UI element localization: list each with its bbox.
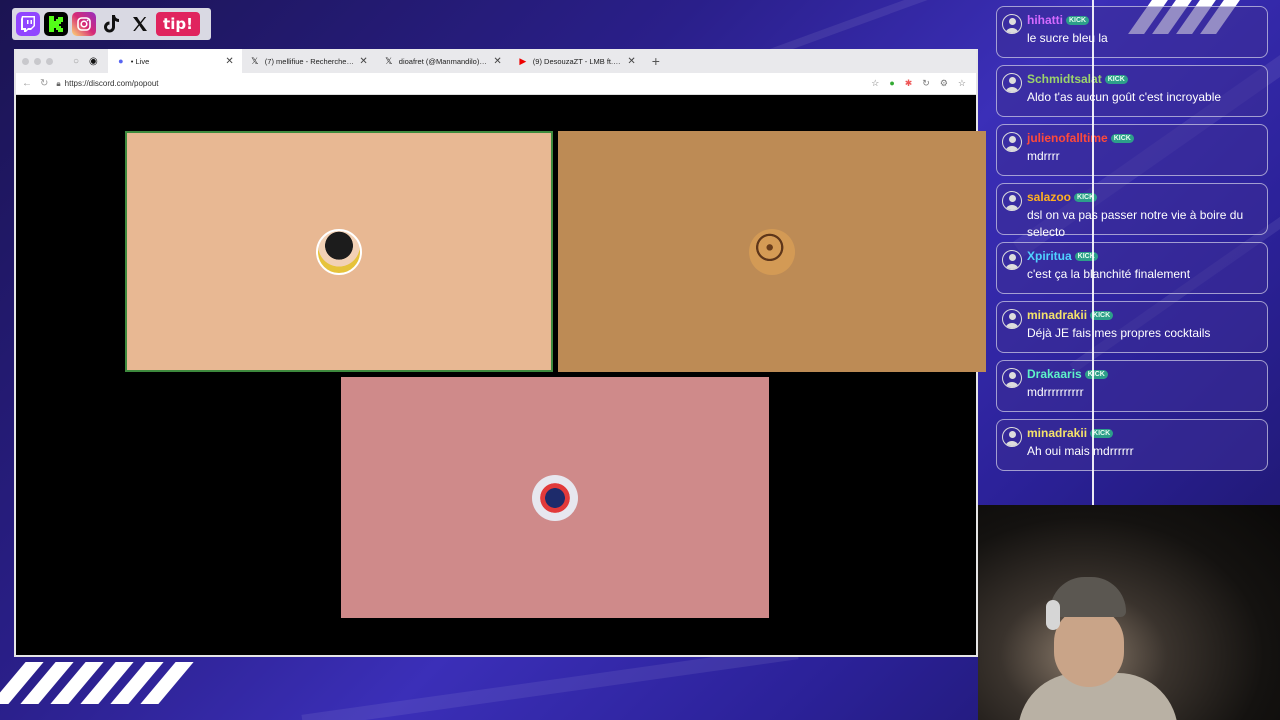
user-icon: [1002, 132, 1022, 152]
user-icon: [1002, 309, 1022, 329]
chat-username: julienofalltime: [1027, 131, 1108, 145]
record-icon[interactable]: ○: [63, 56, 85, 67]
tab-x-profile[interactable]: 𝕏 dioafret (@Manmandilo) / X ✕: [376, 49, 510, 73]
minimize-window-button[interactable]: [34, 57, 41, 65]
reload-icon[interactable]: ↻: [40, 78, 48, 89]
chat-message: minadrakii KICK Ah oui mais mdrrrrrr: [996, 419, 1268, 471]
avatar: [532, 474, 578, 521]
avatar: [316, 228, 362, 275]
tab-strip: ○ ◉ ● • Live ✕ 𝕏 (7) mellifiue - Recherc…: [16, 49, 976, 73]
window-controls: [16, 57, 63, 65]
chat-text: Aldo t'as aucun goût c'est incroyable: [1027, 90, 1222, 104]
decorative-slashes: [0, 662, 194, 704]
kick-badge: KICK: [1104, 74, 1128, 84]
maximize-window-button[interactable]: [46, 57, 53, 65]
kick-badge: KICK: [1084, 369, 1108, 379]
twitch-icon[interactable]: [16, 12, 40, 36]
x-icon: 𝕏: [385, 55, 393, 66]
address-bar[interactable]: 🔒︎ https://discord.com/popout: [56, 79, 863, 89]
chat-username: minadrakii: [1027, 308, 1088, 322]
chat-text: Déjà JE fais mes propres cocktails: [1027, 326, 1211, 340]
x-icon: 𝕏: [251, 55, 259, 66]
kick-badge: KICK: [1066, 15, 1090, 25]
tab-label: dioafret (@Manmandilo) / X: [398, 56, 489, 66]
close-tab-icon[interactable]: ✕: [359, 56, 367, 67]
browser-window: ○ ◉ ● • Live ✕ 𝕏 (7) mellifiue - Recherc…: [14, 49, 986, 657]
chat-username: salazoo: [1027, 190, 1072, 204]
chat-username: minadrakii: [1027, 426, 1088, 440]
kick-icon[interactable]: [44, 12, 68, 36]
youtube-icon: ▶: [519, 55, 527, 66]
refresh-extension-icon[interactable]: ↻: [922, 78, 930, 89]
bookmark-star-icon[interactable]: ☆: [871, 78, 879, 89]
back-icon[interactable]: ←: [22, 78, 32, 89]
x-icon[interactable]: [128, 12, 152, 36]
user-icon: [1002, 14, 1022, 34]
chat-message: salazoo KICK dsl on va pas passer notre …: [996, 183, 1268, 239]
tab-youtube[interactable]: ▶ (9) DesouzaZT - LMB ft. Hiltch ✕: [510, 49, 644, 73]
chat-text: dsl on va pas passer notre vie à boire d…: [1027, 208, 1244, 239]
cookie-avatar: [749, 228, 795, 275]
tiktok-icon[interactable]: [100, 12, 124, 36]
user-icon: [1002, 368, 1022, 388]
user-icon: [1002, 427, 1022, 447]
lock-icon: 🔒︎: [56, 78, 61, 88]
user-icon: [1002, 250, 1022, 270]
kick-badge: KICK: [1074, 251, 1098, 261]
chat-text: le sucre bleu la: [1027, 31, 1108, 45]
tab-label: (7) mellifiue - Recherche / X: [264, 56, 355, 66]
webcam-feed: [978, 505, 1280, 720]
location-icon[interactable]: ●: [889, 78, 894, 89]
chat-username: Schmidtsalat: [1027, 72, 1102, 86]
chat-text: mdrrrrrrrrrr: [1027, 385, 1084, 399]
tab-x-search[interactable]: 𝕏 (7) mellifiue - Recherche / X ✕: [242, 49, 376, 73]
chat-message: Drakaaris KICK mdrrrrrrrrrr: [996, 360, 1268, 412]
chat-message: hihatti KICK le sucre bleu la: [996, 6, 1268, 58]
tab-live[interactable]: ● • Live ✕: [107, 49, 242, 73]
tip-button[interactable]: tip!: [156, 12, 200, 36]
extension-icon[interactable]: ✱: [905, 78, 913, 89]
close-tab-icon[interactable]: ✕: [627, 56, 635, 67]
video-tile[interactable]: [558, 131, 986, 372]
extension-icon[interactable]: ◉: [85, 56, 108, 67]
chat-text: c'est ça la blanchité finalement: [1027, 267, 1191, 281]
video-tile[interactable]: [341, 377, 769, 618]
close-tab-icon[interactable]: ✕: [225, 56, 233, 67]
chat-text: Ah oui mais mdrrrrrr: [1027, 444, 1134, 458]
chat-overlay: hihatti KICK le sucre bleu la Schmidtsal…: [996, 6, 1268, 478]
tab-label: (9) DesouzaZT - LMB ft. Hiltch: [532, 56, 623, 66]
discord-icon: ●: [118, 56, 124, 66]
browser-toolbar: ← ↻ 🔒︎ https://discord.com/popout ☆ ● ✱ …: [16, 73, 976, 95]
chat-username: Xpiritua: [1027, 249, 1072, 263]
chat-text: mdrrrr: [1027, 149, 1060, 163]
chat-message: minadrakii KICK Déjà JE fais mes propres…: [996, 301, 1268, 353]
chat-username: hihatti: [1027, 13, 1063, 27]
new-tab-button[interactable]: +: [644, 53, 668, 69]
url-text: https://discord.com/popout: [64, 79, 159, 88]
chat-message: Schmidtsalat KICK Aldo t'as aucun goût c…: [996, 65, 1268, 117]
discord-popout-page: [16, 95, 986, 655]
tab-label: • Live: [130, 56, 150, 66]
instagram-icon[interactable]: [72, 12, 96, 36]
user-icon: [1002, 73, 1022, 93]
toolbar-icons: ☆ ● ✱ ↻ ⚙ ☆: [871, 78, 970, 89]
chat-message: julienofalltime KICK mdrrrr: [996, 124, 1268, 176]
user-icon: [1002, 191, 1022, 211]
close-tab-icon[interactable]: ✕: [493, 56, 501, 67]
star-icon[interactable]: ☆: [958, 78, 966, 89]
social-links-bar: tip!: [12, 8, 211, 40]
chat-username: Drakaaris: [1027, 367, 1082, 381]
settings-icon[interactable]: ⚙: [940, 78, 948, 89]
chat-message: Xpiritua KICK c'est ça la blanchité fina…: [996, 242, 1268, 294]
divider-line: [1092, 0, 1094, 506]
video-tile-speaking[interactable]: [125, 131, 553, 372]
kick-badge: KICK: [1110, 133, 1134, 143]
close-window-button[interactable]: [22, 57, 29, 65]
